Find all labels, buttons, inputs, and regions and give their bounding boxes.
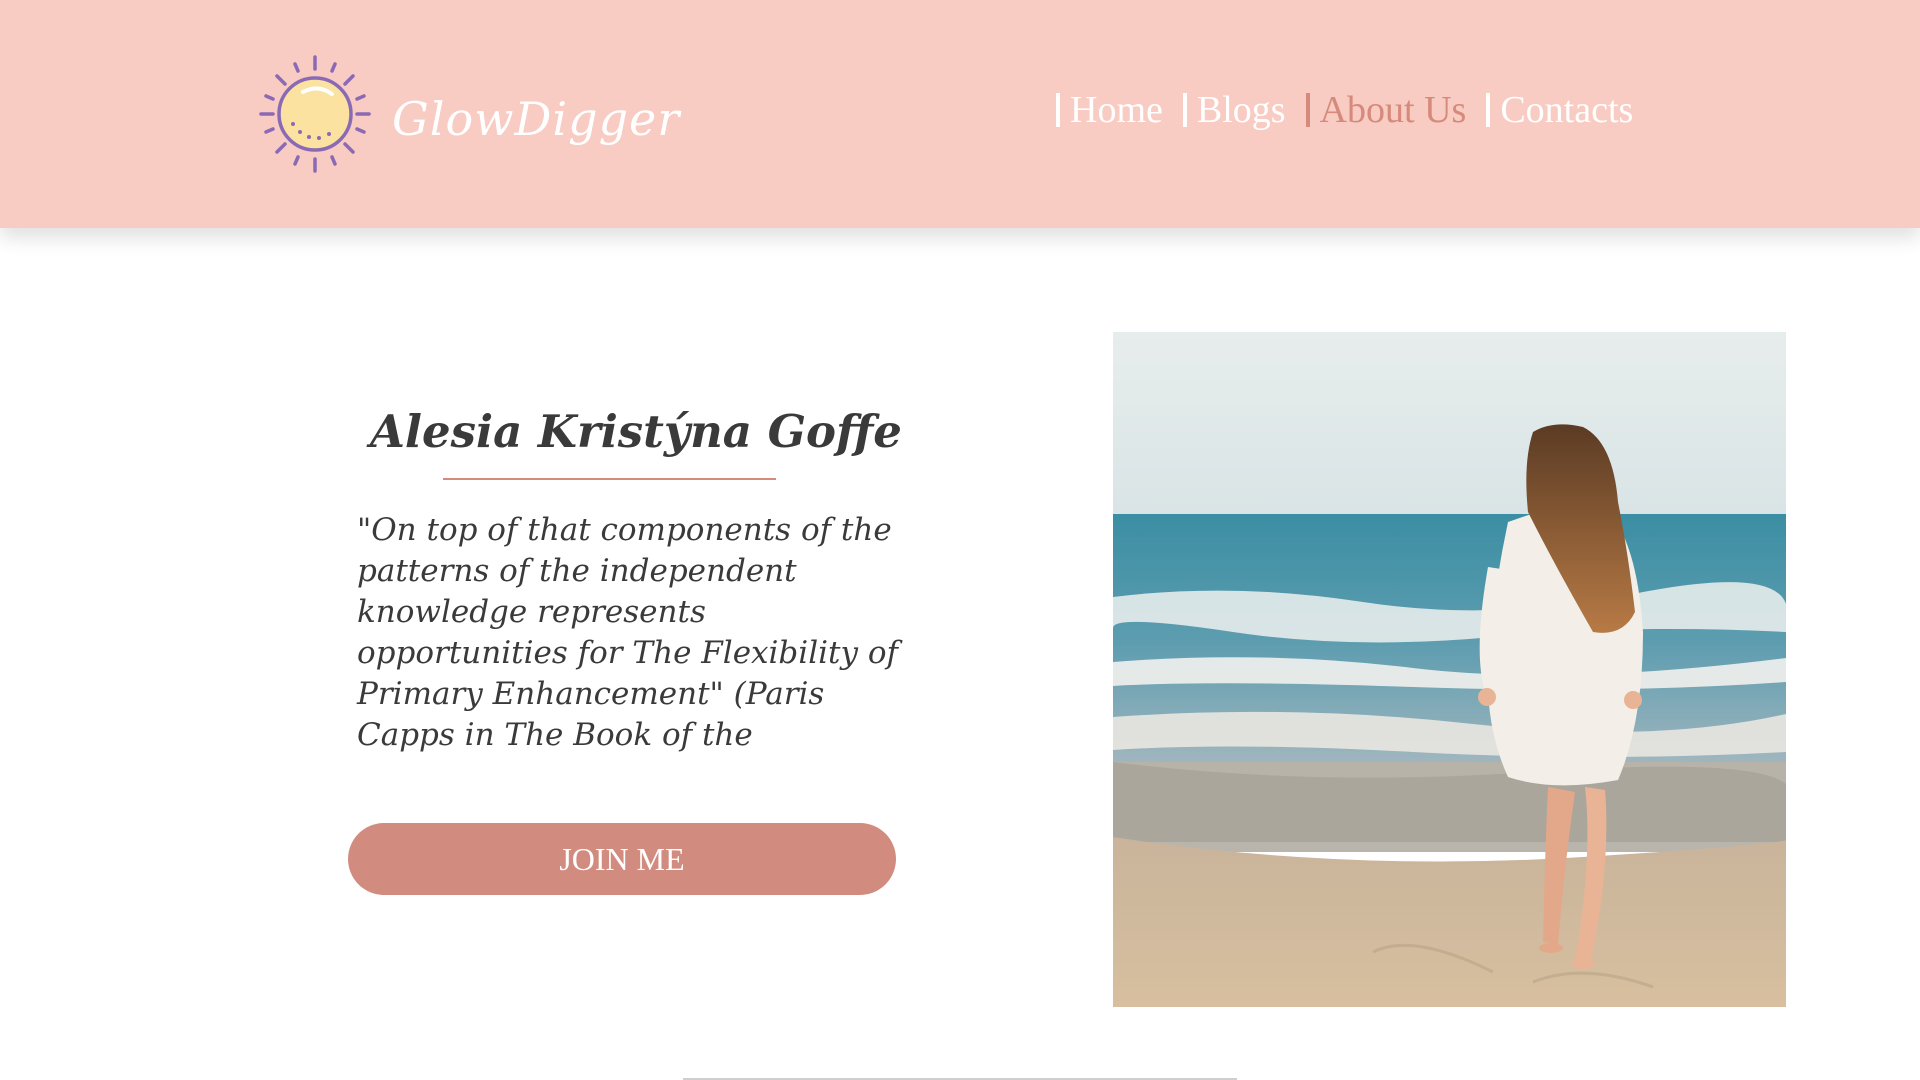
nav-item-contacts[interactable]: Contacts (1486, 88, 1633, 132)
nav-separator (1305, 93, 1310, 127)
nav-separator (1182, 93, 1187, 127)
join-me-button[interactable]: JOIN ME (348, 823, 896, 895)
nav-label-about-us[interactable]: About Us (1320, 88, 1467, 132)
nav-separator (1056, 93, 1060, 127)
woman-walking-on-beach-photo (1113, 332, 1786, 1007)
sun-icon (259, 55, 371, 173)
nav-separator (1486, 93, 1491, 127)
site-header: GlowDigger Home Blogs About Us Contacts (0, 0, 1920, 228)
nav-item-blogs[interactable]: Blogs (1182, 88, 1286, 132)
brand-name: GlowDigger (392, 92, 681, 146)
person-name: Alesia Kristýna Goffe (370, 405, 902, 458)
main-nav: Home Blogs About Us Contacts (1056, 84, 1653, 136)
name-underline (443, 478, 776, 480)
nav-label-contacts[interactable]: Contacts (1500, 88, 1633, 132)
nav-label-blogs[interactable]: Blogs (1197, 88, 1286, 132)
brand-logo[interactable]: GlowDigger (258, 54, 680, 174)
hero-quote: "On top of that components of the patter… (357, 512, 898, 753)
nav-item-about-us[interactable]: About Us (1305, 88, 1467, 132)
nav-label-home[interactable]: Home (1070, 88, 1163, 132)
nav-item-home[interactable]: Home (1056, 88, 1163, 132)
